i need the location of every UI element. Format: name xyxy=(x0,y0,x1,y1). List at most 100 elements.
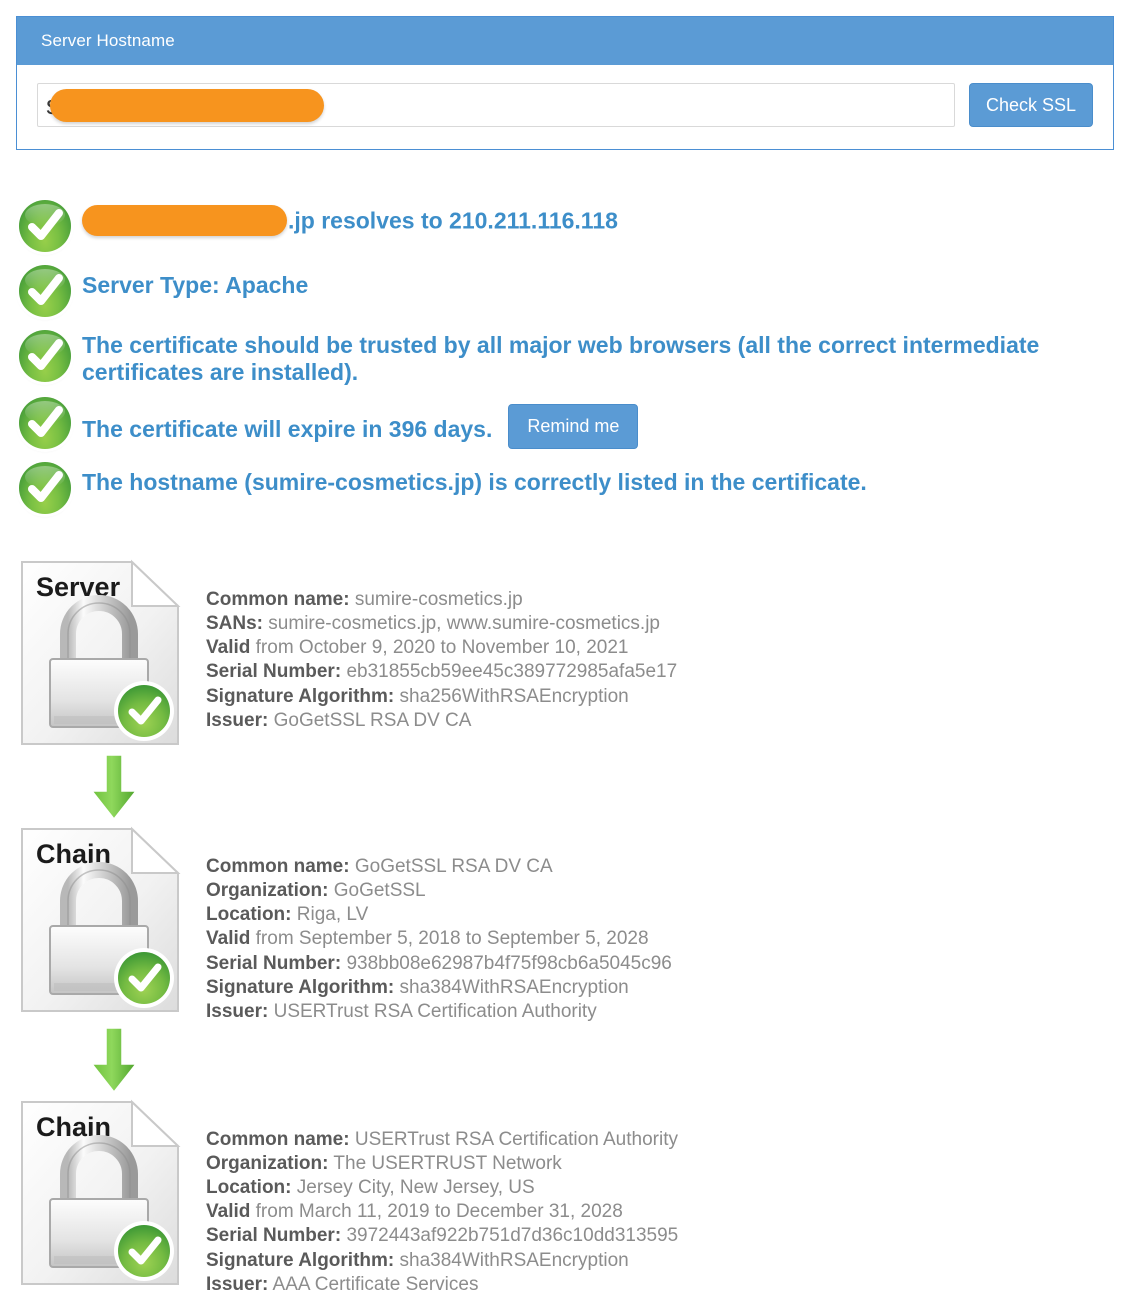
status-row-resolves: .jp resolves to 210.211.116.118 xyxy=(16,198,1126,254)
detail-key: Location: xyxy=(206,904,292,926)
detail-line: Valid from March 11, 2019 to December 31… xyxy=(206,1200,678,1224)
detail-line: Location: Riga, LV xyxy=(206,903,672,927)
detail-value: Jersey City, New Jersey, US xyxy=(296,1177,535,1199)
certificate-block: Chain Common name: USERTrust RSA Certifi… xyxy=(16,1096,1116,1297)
detail-key: Signature Algorithm: xyxy=(206,1249,395,1271)
detail-line: Organization: The USERTRUST Network xyxy=(206,1152,678,1176)
certificate-block: Chain Common name: GoGetSSL RSA DV CA Or… xyxy=(16,823,1116,1024)
detail-value: Riga, LV xyxy=(296,904,369,926)
detail-key: Issuer: xyxy=(206,1273,269,1295)
remind-me-button[interactable]: Remind me xyxy=(508,403,639,449)
detail-key: Common name: xyxy=(206,1128,350,1150)
green-check-icon xyxy=(16,263,82,319)
green-check-icon xyxy=(16,198,82,254)
certificate-icon-column: Server xyxy=(16,556,206,751)
detail-value: 3972443af922b751d7d36c10dd313595 xyxy=(346,1225,679,1247)
status-row-hostname-listed: The hostname (sumire-cosmetics.jp) is co… xyxy=(16,460,1126,516)
detail-value: GoGetSSL RSA DV CA xyxy=(354,856,553,877)
status-row-trusted: The certificate should be trusted by all… xyxy=(16,328,1126,386)
detail-key: SANs: xyxy=(206,613,264,635)
status-hostname-listed-text: The hostname (sumire-cosmetics.jp) is co… xyxy=(82,468,867,495)
detail-value: sumire-cosmetics.jp, www.sumire-cosmetic… xyxy=(268,613,660,635)
detail-line: Issuer: AAA Certificate Services xyxy=(206,1273,678,1297)
detail-key: Serial Number: xyxy=(206,952,342,974)
detail-line: Location: Jersey City, New Jersey, US xyxy=(206,1176,678,1200)
detail-value: GoGetSSL xyxy=(333,880,426,902)
detail-line: Issuer: USERTrust RSA Certification Auth… xyxy=(206,1000,672,1024)
detail-key: Organization: xyxy=(206,880,329,902)
detail-line: Issuer: GoGetSSL RSA DV CA xyxy=(206,709,677,733)
chain-arrow-down-icon xyxy=(16,1024,206,1096)
detail-key: Signature Algorithm: xyxy=(206,976,395,998)
certificate-chain: Server Common name: sumire-cosmetics.jp … xyxy=(16,556,1116,1297)
resolves-suffix: .jp resolves to 210.211.116.118 xyxy=(288,207,618,234)
status-trusted-text: The certificate should be trusted by all… xyxy=(82,332,1040,385)
certificate-block: Server Common name: sumire-cosmetics.jp … xyxy=(16,556,1116,751)
hostname-input[interactable] xyxy=(37,83,955,127)
detail-value: 938bb08e62987b4f75f98cb6a5045c96 xyxy=(346,952,672,974)
detail-value: eb31855cb59ee45c389772985afa5e17 xyxy=(346,661,678,683)
detail-line: Common name: USERTrust RSA Certification… xyxy=(206,1128,678,1152)
detail-key: Organization: xyxy=(206,1153,329,1174)
detail-key: Valid xyxy=(206,637,251,659)
detail-value: AAA Certificate Services xyxy=(272,1273,479,1295)
green-check-icon xyxy=(16,328,82,384)
detail-key: Issuer: xyxy=(206,1000,269,1022)
panel-body: Check SSL xyxy=(17,65,1113,149)
panel-title: Server Hostname xyxy=(17,17,1113,65)
detail-line: SANs: sumire-cosmetics.jp, www.sumire-co… xyxy=(206,612,677,636)
detail-value: GoGetSSL RSA DV CA xyxy=(273,709,472,731)
detail-key: Serial Number: xyxy=(206,661,342,683)
detail-key: Valid xyxy=(206,1201,251,1223)
detail-value: sha384WithRSAEncryption xyxy=(399,1249,629,1271)
detail-value: from September 5, 2018 to September 5, 2… xyxy=(255,928,649,950)
expiry-label: The certificate will expire in 396 days. xyxy=(82,415,493,442)
detail-line: Serial Number: 938bb08e62987b4f75f98cb6a… xyxy=(206,952,672,976)
certificate-details: Common name: GoGetSSL RSA DV CA Organiza… xyxy=(206,823,672,1024)
detail-line: Valid from October 9, 2020 to November 1… xyxy=(206,636,677,660)
detail-key: Serial Number: xyxy=(206,1225,342,1247)
status-resolves-text: .jp resolves to 210.211.116.118 xyxy=(82,198,618,238)
chain-certificate-icon: Chain xyxy=(16,1096,186,1291)
detail-line: Signature Algorithm: sha256WithRSAEncryp… xyxy=(206,685,677,709)
detail-line: Serial Number: eb31855cb59ee45c389772985… xyxy=(206,660,677,684)
detail-value: sha384WithRSAEncryption xyxy=(399,976,629,998)
chain-certificate-icon: Chain xyxy=(16,823,186,1018)
server-certificate-icon: Server xyxy=(16,556,186,751)
status-row-server-type: Server Type: Apache xyxy=(16,263,1126,319)
status-server-type-text: Server Type: Apache xyxy=(82,272,309,298)
detail-key: Signature Algorithm: xyxy=(206,685,395,707)
detail-line: Valid from September 5, 2018 to Septembe… xyxy=(206,927,672,951)
detail-line: Signature Algorithm: sha384WithRSAEncryp… xyxy=(206,976,672,1000)
green-check-icon xyxy=(16,460,82,516)
detail-line: Signature Algorithm: sha384WithRSAEncryp… xyxy=(206,1249,678,1273)
hostname-redaction-bar xyxy=(82,205,287,236)
detail-value: sumire-cosmetics.jp xyxy=(354,589,523,610)
certificate-icon-column: Chain xyxy=(16,823,206,1018)
detail-value: USERTrust RSA Certification Authority xyxy=(273,1000,597,1022)
detail-value: from October 9, 2020 to November 10, 202… xyxy=(255,637,629,659)
ssl-status-list: .jp resolves to 210.211.116.118 Server T… xyxy=(16,198,1126,525)
detail-line: Common name: sumire-cosmetics.jp xyxy=(206,588,677,612)
server-hostname-panel: Server Hostname Check SSL xyxy=(16,16,1114,150)
detail-key: Issuer: xyxy=(206,709,269,731)
detail-line: Organization: GoGetSSL xyxy=(206,879,672,903)
status-row-expiry: The certificate will expire in 396 days.… xyxy=(16,395,1126,451)
green-check-icon xyxy=(16,395,82,451)
detail-key: Common name: xyxy=(206,589,350,610)
certificate-icon-column: Chain xyxy=(16,1096,206,1291)
certificate-details: Common name: sumire-cosmetics.jp SANs: s… xyxy=(206,556,677,733)
detail-value: sha256WithRSAEncryption xyxy=(399,685,629,707)
check-ssl-button[interactable]: Check SSL xyxy=(968,83,1093,127)
detail-key: Location: xyxy=(206,1177,292,1199)
detail-line: Common name: GoGetSSL RSA DV CA xyxy=(206,855,672,879)
certificate-details: Common name: USERTrust RSA Certification… xyxy=(206,1096,678,1297)
detail-value: from March 11, 2019 to December 31, 2028 xyxy=(255,1201,623,1223)
hostname-input-wrapper xyxy=(37,83,955,127)
detail-value: The USERTRUST Network xyxy=(333,1153,562,1174)
chain-arrow-down-icon xyxy=(16,751,206,823)
detail-value: USERTrust RSA Certification Authority xyxy=(354,1128,678,1150)
status-expiry-text: The certificate will expire in 396 days.… xyxy=(82,395,639,449)
detail-key: Valid xyxy=(206,928,251,950)
detail-key: Common name: xyxy=(206,856,350,877)
